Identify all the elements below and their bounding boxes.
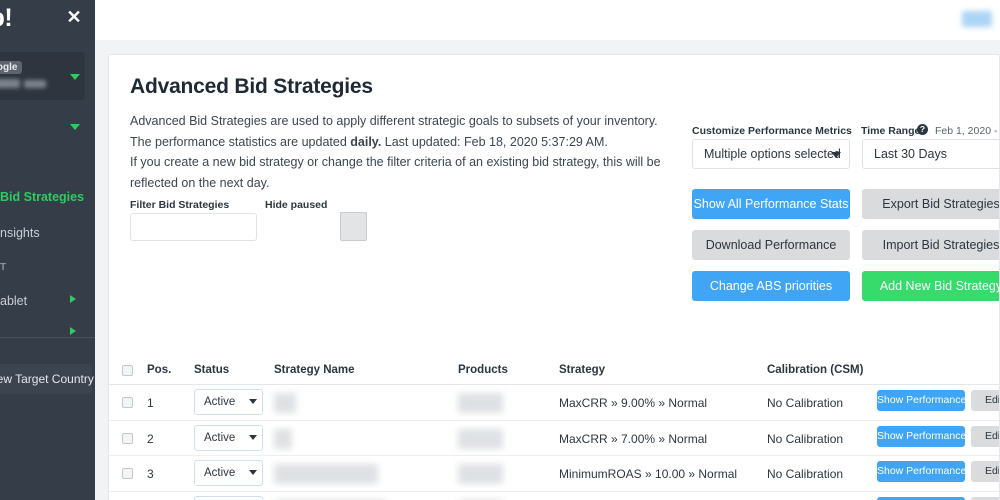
column-header-strategy[interactable]: Strategy (559, 364, 605, 376)
sidebar-header: oop! ✕ (0, 0, 95, 42)
page-description: Advanced Bid Strategies are used to appl… (130, 111, 675, 193)
description-line-2-post: Last updated: Feb 18, 2020 5:37:29 AM. (381, 134, 608, 149)
description-line-1: Advanced Bid Strategies are used to appl… (130, 114, 658, 128)
page-container: Advanced Bid Strategies Advanced Bid Str… (95, 0, 1000, 500)
column-header-pos[interactable]: Pos. (147, 364, 171, 376)
description-line-3: If you create a new bid strategy or chan… (130, 155, 661, 190)
row-select-checkbox[interactable] (122, 432, 133, 444)
hide-paused-label: Hide paused (265, 199, 328, 211)
time-range-value-text: Feb 1, 2020 - Mar 1, (935, 125, 999, 137)
column-header-status[interactable]: Status (194, 364, 229, 376)
show-all-performance-stats-button[interactable]: Show All Performance Stats (692, 189, 850, 219)
cell-pos: 2 (147, 431, 154, 446)
cell-strategy-name-redacted (274, 464, 378, 484)
status-select[interactable]: Active (194, 495, 263, 500)
time-range-select[interactable]: Last 30 Days (862, 139, 999, 169)
cell-products-redacted (458, 393, 503, 413)
filter-bid-strategies-label: Filter Bid Strategies (130, 199, 230, 211)
sidebar-item-insights[interactable]: nsights (0, 226, 40, 240)
account-selector[interactable]: Google (0, 52, 85, 100)
cell-strategy-name-redacted (274, 428, 292, 449)
show-performance-button[interactable]: Show Performance (877, 496, 965, 500)
chevron-down-icon (70, 74, 80, 80)
sidebar: oop! ✕ Google Bid Strategies nsights T a… (0, 0, 95, 500)
column-header-calibration[interactable]: Calibration (CSM) (767, 364, 863, 376)
cell-calibration: No Calibration (767, 431, 844, 446)
brand-logo: oop! (0, 4, 13, 32)
table-row[interactable]: 3 Active MinimumROAS » 10.00 » Normal No Ca… (109, 456, 999, 492)
edit-strategy-button[interactable]: Edit Strategy (971, 425, 999, 447)
table-header-row: Pos. Status Strategy Name Products Strat… (109, 357, 999, 385)
sidebar-item-tablet[interactable]: ablet (0, 294, 27, 308)
sidebar-divider (0, 337, 95, 338)
cell-calibration: No Calibration (767, 396, 844, 410)
customize-performance-metrics-label: Customize Performance Metrics (692, 125, 852, 137)
export-bid-strategies-button[interactable]: Export Bid Strategies (862, 189, 999, 219)
table-row[interactable]: 2 Active MaxCRR » 7.00% » Normal No Calibra… (109, 421, 999, 456)
chevron-down-icon-secondary[interactable] (70, 124, 80, 130)
cell-pos: 3 (147, 467, 154, 481)
chevron-down-icon-metrics (831, 152, 841, 158)
account-id-redacted (24, 80, 46, 88)
close-icon[interactable]: ✕ (65, 8, 83, 26)
cell-calibration: No Calibration (767, 467, 844, 481)
cell-products-redacted (458, 428, 503, 449)
table-row[interactable]: 4ActiveMaxCRR » 20.00% » MoreAggressiveN… (109, 492, 999, 500)
account-name-redacted (0, 79, 20, 88)
cell-strategy: MaxCRR » 9.00% » Normal (559, 396, 708, 410)
show-performance-button[interactable]: Show Performance (877, 390, 965, 411)
change-abs-priorities-button[interactable]: Change ABS priorities (692, 271, 850, 301)
row-select-checkbox[interactable] (122, 397, 133, 408)
top-bar (95, 0, 1000, 40)
customize-performance-metrics-select[interactable]: Multiple options selected (692, 139, 850, 169)
cell-strategy: MinimumROAS » 10.00 » Normal (559, 467, 738, 481)
app-root: oop! ✕ Google Bid Strategies nsights T a… (0, 0, 1000, 500)
bid-strategies-table: Pos. Status Strategy Name Products Strat… (109, 357, 999, 500)
edit-strategy-button[interactable]: Edit Strategy (971, 496, 999, 500)
advanced-bid-strategies-card: Advanced Bid Strategies Advanced Bid Str… (108, 54, 1000, 500)
chevron-down-icon-status (249, 399, 257, 404)
select-all-checkbox[interactable] (122, 365, 133, 376)
cell-pos: 1 (147, 396, 154, 410)
edit-strategy-button[interactable]: Edit Strategy (971, 390, 999, 411)
filter-bid-strategies-input[interactable] (130, 213, 257, 241)
description-daily-emphasis: daily. (350, 134, 382, 149)
table-row[interactable]: 1 Active MaxCRR » 9.00% » Normal No Calibra… (109, 385, 999, 421)
cell-strategy: MaxCRR » 7.00% » Normal (559, 431, 708, 446)
page-background: Advanced Bid Strategies Advanced Bid Str… (95, 40, 1000, 500)
download-performance-button[interactable]: Download Performance (692, 230, 850, 260)
page-title: Advanced Bid Strategies (130, 75, 373, 98)
topbar-widget-redacted[interactable] (962, 11, 992, 27)
help-icon[interactable]: ? (917, 124, 928, 135)
sidebar-section-label: T (0, 262, 7, 273)
add-new-bid-strategy-button[interactable]: Add New Bid Strategy (862, 271, 999, 301)
cell-strategy-name-redacted (274, 393, 296, 413)
column-header-strategy-name[interactable]: Strategy Name (274, 364, 355, 376)
account-provider-chip: Google (0, 61, 23, 74)
column-header-products[interactable]: Products (458, 364, 508, 376)
sidebar-item-bid-strategies[interactable]: Bid Strategies (0, 190, 84, 204)
row-select-checkbox[interactable] (122, 468, 133, 479)
hide-paused-checkbox[interactable] (340, 212, 367, 241)
show-performance-button[interactable]: Show Performance (877, 425, 965, 447)
show-performance-button[interactable]: Show Performance (877, 461, 965, 482)
table-body: 1 Active MaxCRR » 9.00% » Normal No Calibra… (109, 385, 999, 500)
time-range-label: Time Range (861, 125, 921, 137)
chevron-right-icon-tablet[interactable] (70, 295, 76, 303)
chevron-right-icon-extra[interactable] (70, 327, 76, 335)
edit-strategy-button[interactable]: Edit Strategy (971, 461, 999, 482)
chevron-down-icon-status (249, 470, 257, 475)
cell-products-redacted (458, 464, 503, 484)
import-bid-strategies-button[interactable]: Import Bid Strategies (862, 230, 999, 260)
new-target-country-button[interactable]: New Target Country (0, 364, 94, 394)
description-line-2-pre: The performance statistics are updated (130, 134, 351, 149)
chevron-down-icon-status (249, 434, 257, 440)
